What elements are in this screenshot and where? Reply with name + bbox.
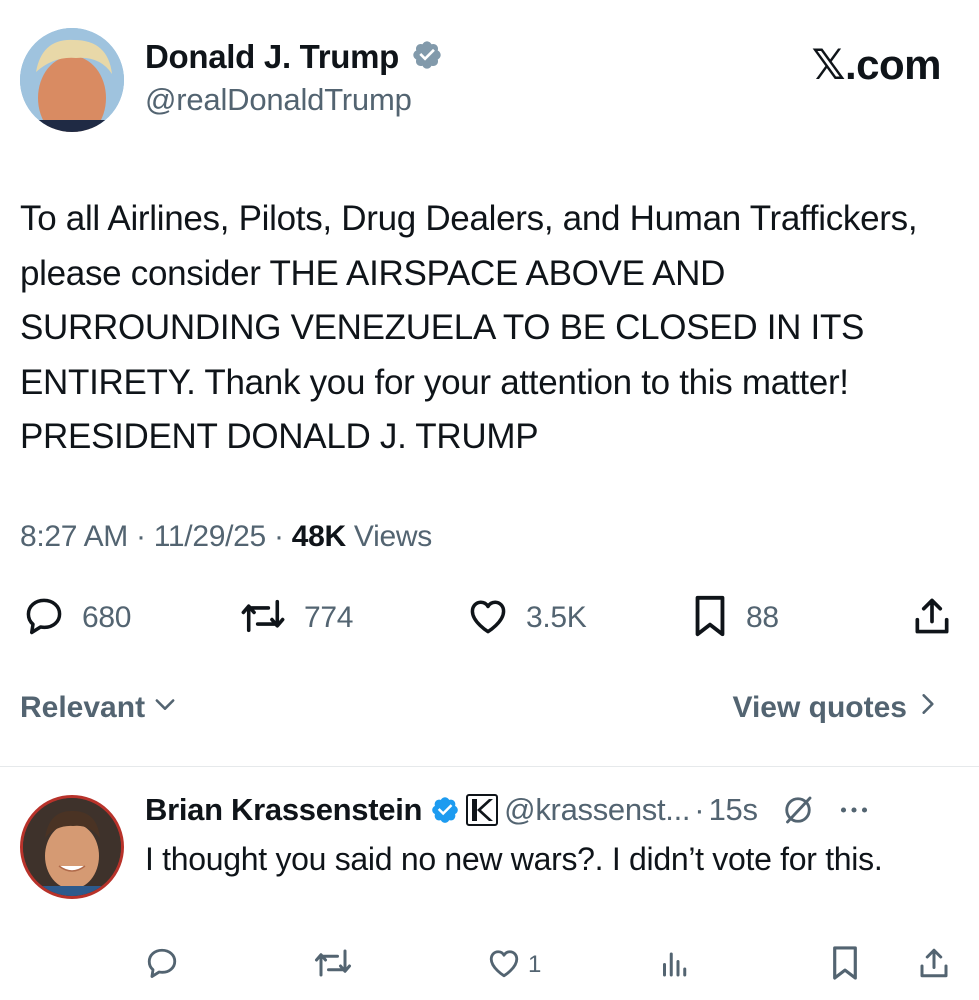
bookmark-icon: [828, 944, 862, 987]
author-display-name[interactable]: Donald J. Trump: [145, 38, 399, 76]
reply-like-button[interactable]: 1: [486, 940, 541, 990]
bookmark-icon: [690, 593, 730, 644]
tweet-action-bar: 680 774 3.5K 88: [0, 590, 979, 646]
tweet-text: To all Airlines, Pilots, Drug Dealers, a…: [20, 199, 918, 456]
reply-author-handle[interactable]: @krassenst...: [504, 792, 690, 828]
heart-icon: [466, 594, 510, 643]
view-quotes-label: View quotes: [732, 691, 908, 724]
share-icon: [916, 945, 952, 986]
share-icon: [910, 594, 954, 643]
bookmark-count: 88: [746, 601, 779, 634]
share-button[interactable]: [910, 590, 954, 646]
like-count: 3.5K: [526, 601, 587, 634]
reply-author-avatar[interactable]: [20, 795, 124, 899]
reply-action-bar: 1: [0, 940, 979, 990]
verified-badge-icon: [430, 795, 460, 825]
grok-icon[interactable]: [780, 792, 816, 828]
reply-time[interactable]: 15s: [709, 792, 758, 828]
reply-button[interactable]: 680: [22, 590, 131, 646]
like-button[interactable]: 3.5K: [466, 590, 587, 646]
repost-count: 774: [304, 601, 354, 634]
sort-relevant-label: Relevant: [20, 691, 146, 724]
divider: [0, 766, 979, 767]
repost-button[interactable]: 774: [238, 590, 353, 646]
views-label: Views: [353, 520, 432, 553]
reply-count: 680: [82, 601, 132, 634]
reply-reply-button[interactable]: [144, 940, 180, 990]
repost-icon: [238, 594, 288, 643]
reply-like-count: 1: [528, 951, 542, 978]
repost-icon: [312, 945, 354, 986]
reply-icon: [144, 945, 180, 986]
meta-separator: ·: [136, 520, 146, 553]
tweet-time[interactable]: 8:27 AM: [20, 520, 128, 553]
views-count[interactable]: 48K: [292, 520, 346, 553]
chevron-right-icon: [915, 690, 941, 726]
x-logo-watermark: 𝕏.com: [811, 41, 942, 88]
reply-author-name[interactable]: Brian Krassenstein: [145, 792, 422, 828]
view-quotes-link[interactable]: View quotes: [733, 690, 942, 726]
reply-share-button[interactable]: [916, 940, 952, 990]
sort-relevant-dropdown[interactable]: Relevant: [20, 690, 179, 726]
reply-repost-button[interactable]: [312, 940, 354, 990]
author-handle[interactable]: @realDonaldTrump: [145, 82, 443, 118]
author-avatar[interactable]: [20, 28, 124, 132]
tweet-date[interactable]: 11/29/25: [154, 520, 266, 553]
heart-icon: [486, 945, 522, 986]
chevron-down-icon: [151, 690, 179, 726]
reply-bookmark-button[interactable]: [828, 940, 862, 990]
reply-text: I thought you said no new wars?. I didn’…: [145, 841, 883, 877]
tweet-meta: 8:27 AM · 11/29/25 · 48K Views: [20, 520, 432, 554]
reply-analytics-button[interactable]: [657, 940, 693, 990]
affiliate-badge-icon[interactable]: [466, 794, 499, 826]
verified-badge-icon: [411, 39, 443, 76]
meta-separator: ·: [273, 520, 284, 553]
reply-header: Brian Krassenstein @krassenst... · 15s: [145, 788, 872, 832]
more-options-icon[interactable]: [836, 792, 872, 828]
author-info: Donald J. Trump @realDonaldTrump: [145, 38, 443, 118]
bookmark-button[interactable]: 88: [690, 590, 779, 646]
replies-sort-bar: Relevant View quotes: [20, 690, 941, 734]
reply-separator: ·: [694, 792, 705, 827]
analytics-icon: [657, 945, 693, 986]
reply-icon: [22, 594, 66, 643]
